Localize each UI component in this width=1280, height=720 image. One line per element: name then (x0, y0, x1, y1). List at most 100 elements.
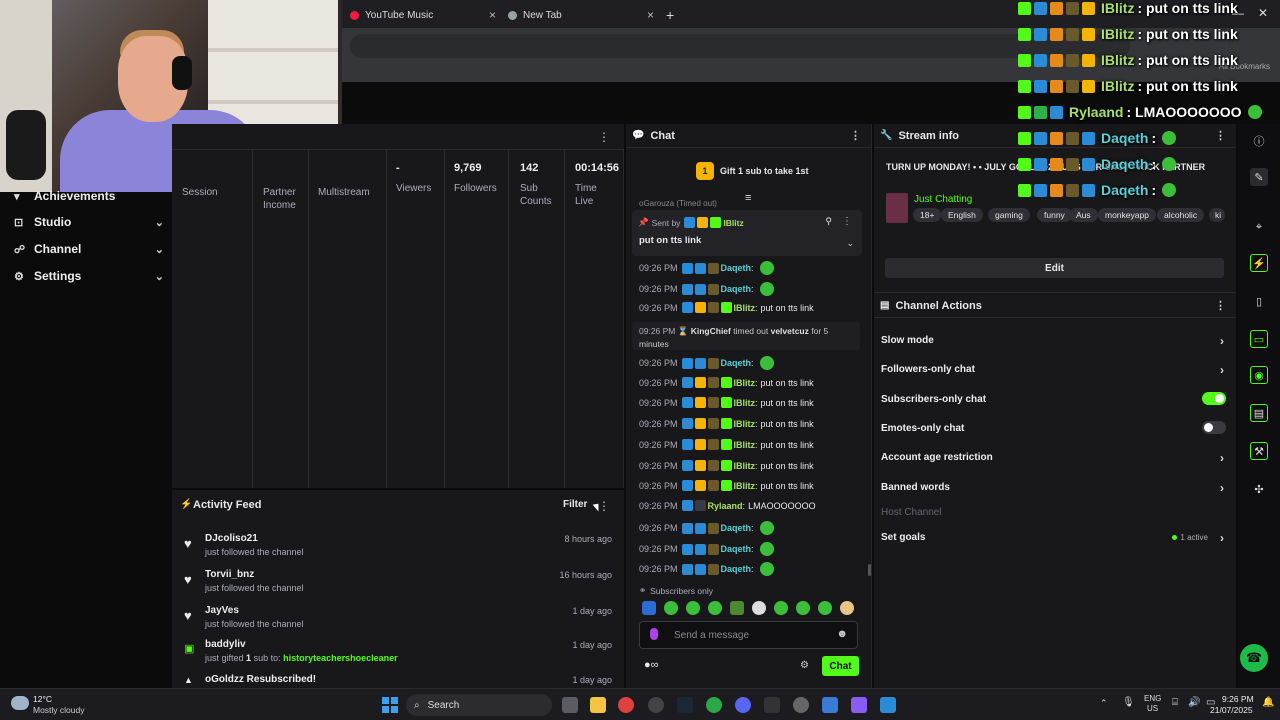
more-options-icon[interactable]: ⋮ (598, 130, 610, 144)
lightning-icon[interactable]: ⚡ (1250, 254, 1268, 272)
chat-message[interactable]: 09:26 PM IBlitz: put on tts link (639, 480, 865, 491)
stream-tag[interactable]: alcoholic (1157, 208, 1205, 222)
gift-leaderboard[interactable]: 1 Gift 1 sub to take 1st (696, 162, 809, 180)
message-username[interactable]: IBlitz (734, 419, 756, 429)
more-options-icon[interactable]: ⋮ (1215, 129, 1226, 142)
stream-tag[interactable]: gaming (988, 208, 1030, 222)
send-chat-button[interactable]: Chat (822, 656, 859, 676)
sidebar-item-channel[interactable]: ☍ Channel ⌄ (14, 242, 164, 256)
epic-games-icon[interactable] (764, 697, 780, 713)
emote-icon[interactable] (818, 601, 832, 615)
weather-temp[interactable]: 12°C (33, 694, 52, 704)
emote-icon[interactable] (774, 601, 788, 615)
filter-lines-icon[interactable]: ≡ (745, 192, 751, 204)
task-view-icon[interactable] (562, 697, 578, 713)
message-username[interactable]: Daqeth (721, 564, 752, 574)
chat-icon[interactable]: ▭ (1250, 330, 1268, 348)
pinned-message[interactable]: 📌 Sent by IBlitz ⚲ ⋮ put on tts link ⌄ (632, 210, 862, 256)
chat-message[interactable]: 09:26 PM Daqeth: (639, 542, 865, 556)
chat-message[interactable]: 09:26 PM IBlitz: put on tts link (639, 460, 865, 471)
layers-icon[interactable]: ▤ (1250, 404, 1268, 422)
stream-tag[interactable]: funny (1037, 208, 1072, 222)
chat-message[interactable]: 09:26 PM IBlitz: put on tts link (639, 302, 865, 313)
chat-message[interactable]: 09:26 PM Daqeth: (639, 356, 865, 370)
stream-tag[interactable]: monkeyapp (1098, 208, 1156, 222)
taskbar-search[interactable]: ⌕ Search (406, 694, 552, 716)
activity-item[interactable]: ▣ baddyliv just gifted 1 sub to: history… (172, 636, 624, 672)
message-username[interactable]: Daqeth (721, 284, 752, 294)
more-options-icon[interactable]: ⋮ (598, 499, 610, 513)
emote-icon[interactable] (752, 601, 766, 615)
activity-item[interactable]: ♥ Torvii_bnz just followed the channel 1… (172, 566, 624, 602)
discord-icon[interactable] (735, 697, 751, 713)
subscribers-only-toggle[interactable] (1202, 392, 1226, 405)
app-icon[interactable] (851, 697, 867, 713)
message-username[interactable]: IBlitz (734, 440, 756, 450)
message-username[interactable]: Daqeth (721, 523, 752, 533)
xbox-icon[interactable] (706, 697, 722, 713)
banned-words-row[interactable]: Banned words › (881, 481, 1226, 495)
followers-only-row[interactable]: Followers-only chat › (881, 363, 1226, 377)
chat-message[interactable]: 09:26 PM IBlitz: put on tts link (639, 377, 865, 388)
notification-icon[interactable]: 🔔 (1262, 697, 1274, 708)
document-icon[interactable]: ▯ (1250, 292, 1268, 310)
info-icon[interactable]: ⓘ (1250, 132, 1268, 150)
message-username[interactable]: Daqeth (721, 544, 752, 554)
chat-message[interactable]: 09:26 PM IBlitz: put on tts link (639, 397, 865, 408)
emoji-icon[interactable]: ☻ (836, 628, 848, 640)
app-icon[interactable] (648, 697, 664, 713)
filter-button[interactable]: Filter (563, 499, 587, 510)
message-username[interactable]: IBlitz (734, 398, 756, 408)
emote-icon[interactable] (642, 601, 656, 615)
account-age-row[interactable]: Account age restriction › (881, 451, 1226, 465)
emote-icon[interactable] (708, 601, 722, 615)
windows-start-icon[interactable] (382, 697, 398, 713)
keyboard-layout[interactable]: US (1147, 704, 1158, 713)
microphone-icon[interactable] (650, 628, 658, 640)
emote-icon[interactable] (840, 601, 854, 615)
emote-icon[interactable] (730, 601, 744, 615)
file-explorer-icon[interactable] (590, 697, 606, 713)
message-username[interactable]: Rylaand (708, 501, 743, 511)
emotes-only-row[interactable]: Emotes-only chat (881, 421, 1226, 434)
clock-date[interactable]: 21/07/2025 (1210, 705, 1253, 715)
microphone-icon[interactable]: 🎙 (1122, 697, 1135, 708)
rewards-icon[interactable]: ●∞ (644, 659, 659, 671)
emotes-only-toggle[interactable] (1202, 421, 1226, 434)
message-username[interactable]: IBlitz (734, 481, 756, 491)
emote-icon[interactable] (796, 601, 810, 615)
stream-tag[interactable]: 18+ (913, 208, 942, 222)
message-username[interactable]: IBlitz (734, 378, 756, 388)
stream-tag[interactable]: ki (1209, 208, 1225, 222)
pin-icon[interactable]: ⚲ (825, 216, 832, 227)
chat-message[interactable]: 09:26 PM Daqeth: (639, 261, 865, 275)
chat-input[interactable]: Send a message (674, 630, 749, 641)
tab-youtube-music[interactable]: YouTube Music × (350, 4, 500, 26)
clock-time[interactable]: 9:26 PM (1222, 694, 1254, 704)
chat-message[interactable]: 09:26 PM Rylaand: LMAOOOOOOO (639, 500, 865, 511)
close-window-icon[interactable]: ✕ (1258, 6, 1268, 20)
chat-message[interactable]: 09:26 PM Daqeth: (639, 521, 865, 535)
chat-scrollbar[interactable] (868, 564, 871, 576)
pencil-icon[interactable]: ✎ (1250, 168, 1268, 186)
app-icon[interactable] (880, 697, 896, 713)
message-username[interactable]: Daqeth (721, 263, 752, 273)
stream-tag[interactable]: English (941, 208, 983, 222)
emote-icon[interactable] (686, 601, 700, 615)
chevron-up-icon[interactable]: ⌃ (1100, 698, 1108, 709)
chrome-icon[interactable] (618, 697, 634, 713)
subscribers-only-row[interactable]: Subscribers-only chat (881, 392, 1226, 405)
chat-message[interactable]: 09:26 PM IBlitz: put on tts link (639, 418, 865, 429)
slow-mode-row[interactable]: Slow mode › (881, 334, 1226, 348)
weather-desc[interactable]: Mostly cloudy (33, 705, 85, 715)
message-username[interactable]: Daqeth (721, 358, 752, 368)
chat-message[interactable]: 09:26 PM Daqeth: (639, 562, 865, 576)
store-icon[interactable] (822, 697, 838, 713)
sidebar-item-achievements[interactable]: ▾ Achievements (14, 189, 164, 203)
more-options-icon[interactable]: ⋮ (1215, 299, 1226, 312)
chat-message[interactable]: 09:26 PM Daqeth: (639, 282, 865, 296)
wrench-icon[interactable]: ⚒ (1250, 442, 1268, 460)
gear-icon[interactable]: ⚙ (800, 660, 809, 671)
edit-stream-info-button[interactable]: Edit (885, 258, 1224, 278)
new-tab-button[interactable]: + (666, 4, 674, 26)
